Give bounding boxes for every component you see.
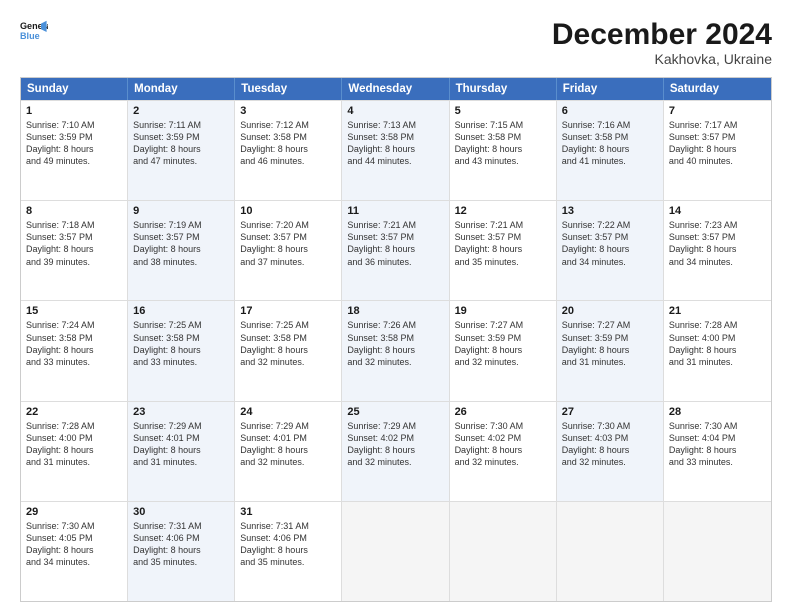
logo: General Blue: [20, 18, 48, 46]
cell-dec24: 24 Sunrise: 7:29 AM Sunset: 4:01 PM Dayl…: [235, 402, 342, 501]
week-3: 15 Sunrise: 7:24 AM Sunset: 3:58 PM Dayl…: [21, 300, 771, 400]
cell-dec25: 25 Sunrise: 7:29 AM Sunset: 4:02 PM Dayl…: [342, 402, 449, 501]
header-thursday: Thursday: [450, 78, 557, 100]
main-title: December 2024: [552, 18, 772, 51]
cell-dec12: 12 Sunrise: 7:21 AM Sunset: 3:57 PM Dayl…: [450, 201, 557, 300]
cell-empty-3: [557, 502, 664, 601]
cell-dec23: 23 Sunrise: 7:29 AM Sunset: 4:01 PM Dayl…: [128, 402, 235, 501]
cell-dec13: 13 Sunrise: 7:22 AM Sunset: 3:57 PM Dayl…: [557, 201, 664, 300]
cell-dec11: 11 Sunrise: 7:21 AM Sunset: 3:57 PM Dayl…: [342, 201, 449, 300]
cell-dec7: 7 Sunrise: 7:17 AM Sunset: 3:57 PM Dayli…: [664, 101, 771, 200]
cell-dec5: 5 Sunrise: 7:15 AM Sunset: 3:58 PM Dayli…: [450, 101, 557, 200]
cell-dec9: 9 Sunrise: 7:19 AM Sunset: 3:57 PM Dayli…: [128, 201, 235, 300]
calendar: Sunday Monday Tuesday Wednesday Thursday…: [20, 77, 772, 602]
header-tuesday: Tuesday: [235, 78, 342, 100]
cell-dec22: 22 Sunrise: 7:28 AM Sunset: 4:00 PM Dayl…: [21, 402, 128, 501]
cell-dec18: 18 Sunrise: 7:26 AM Sunset: 3:58 PM Dayl…: [342, 301, 449, 400]
svg-text:Blue: Blue: [20, 31, 40, 41]
header-monday: Monday: [128, 78, 235, 100]
cell-dec2: 2 Sunrise: 7:11 AM Sunset: 3:59 PM Dayli…: [128, 101, 235, 200]
cell-dec17: 17 Sunrise: 7:25 AM Sunset: 3:58 PM Dayl…: [235, 301, 342, 400]
cell-dec14: 14 Sunrise: 7:23 AM Sunset: 3:57 PM Dayl…: [664, 201, 771, 300]
cell-dec29: 29 Sunrise: 7:30 AM Sunset: 4:05 PM Dayl…: [21, 502, 128, 601]
cell-empty-2: [450, 502, 557, 601]
cell-dec15: 15 Sunrise: 7:24 AM Sunset: 3:58 PM Dayl…: [21, 301, 128, 400]
logo-icon: General Blue: [20, 18, 48, 46]
cell-dec3: 3 Sunrise: 7:12 AM Sunset: 3:58 PM Dayli…: [235, 101, 342, 200]
cell-dec21: 21 Sunrise: 7:28 AM Sunset: 4:00 PM Dayl…: [664, 301, 771, 400]
header-saturday: Saturday: [664, 78, 771, 100]
cell-dec19: 19 Sunrise: 7:27 AM Sunset: 3:59 PM Dayl…: [450, 301, 557, 400]
cell-dec26: 26 Sunrise: 7:30 AM Sunset: 4:02 PM Dayl…: [450, 402, 557, 501]
week-4: 22 Sunrise: 7:28 AM Sunset: 4:00 PM Dayl…: [21, 401, 771, 501]
subtitle: Kakhovka, Ukraine: [552, 51, 772, 67]
cell-dec31: 31 Sunrise: 7:31 AM Sunset: 4:06 PM Dayl…: [235, 502, 342, 601]
page: General Blue December 2024 Kakhovka, Ukr…: [0, 0, 792, 612]
cell-dec4: 4 Sunrise: 7:13 AM Sunset: 3:58 PM Dayli…: [342, 101, 449, 200]
cell-dec8: 8 Sunrise: 7:18 AM Sunset: 3:57 PM Dayli…: [21, 201, 128, 300]
week-1: 1 Sunrise: 7:10 AM Sunset: 3:59 PM Dayli…: [21, 100, 771, 200]
week-2: 8 Sunrise: 7:18 AM Sunset: 3:57 PM Dayli…: [21, 200, 771, 300]
cell-dec16: 16 Sunrise: 7:25 AM Sunset: 3:58 PM Dayl…: [128, 301, 235, 400]
header-sunday: Sunday: [21, 78, 128, 100]
cell-dec30: 30 Sunrise: 7:31 AM Sunset: 4:06 PM Dayl…: [128, 502, 235, 601]
week-5: 29 Sunrise: 7:30 AM Sunset: 4:05 PM Dayl…: [21, 501, 771, 601]
header-friday: Friday: [557, 78, 664, 100]
cell-dec10: 10 Sunrise: 7:20 AM Sunset: 3:57 PM Dayl…: [235, 201, 342, 300]
cell-dec20: 20 Sunrise: 7:27 AM Sunset: 3:59 PM Dayl…: [557, 301, 664, 400]
cell-dec6: 6 Sunrise: 7:16 AM Sunset: 3:58 PM Dayli…: [557, 101, 664, 200]
calendar-body: 1 Sunrise: 7:10 AM Sunset: 3:59 PM Dayli…: [21, 100, 771, 601]
calendar-header: Sunday Monday Tuesday Wednesday Thursday…: [21, 78, 771, 100]
header-wednesday: Wednesday: [342, 78, 449, 100]
cell-dec28: 28 Sunrise: 7:30 AM Sunset: 4:04 PM Dayl…: [664, 402, 771, 501]
title-block: December 2024 Kakhovka, Ukraine: [552, 18, 772, 67]
cell-dec1: 1 Sunrise: 7:10 AM Sunset: 3:59 PM Dayli…: [21, 101, 128, 200]
header: General Blue December 2024 Kakhovka, Ukr…: [20, 18, 772, 67]
cell-dec27: 27 Sunrise: 7:30 AM Sunset: 4:03 PM Dayl…: [557, 402, 664, 501]
cell-empty-1: [342, 502, 449, 601]
cell-empty-4: [664, 502, 771, 601]
